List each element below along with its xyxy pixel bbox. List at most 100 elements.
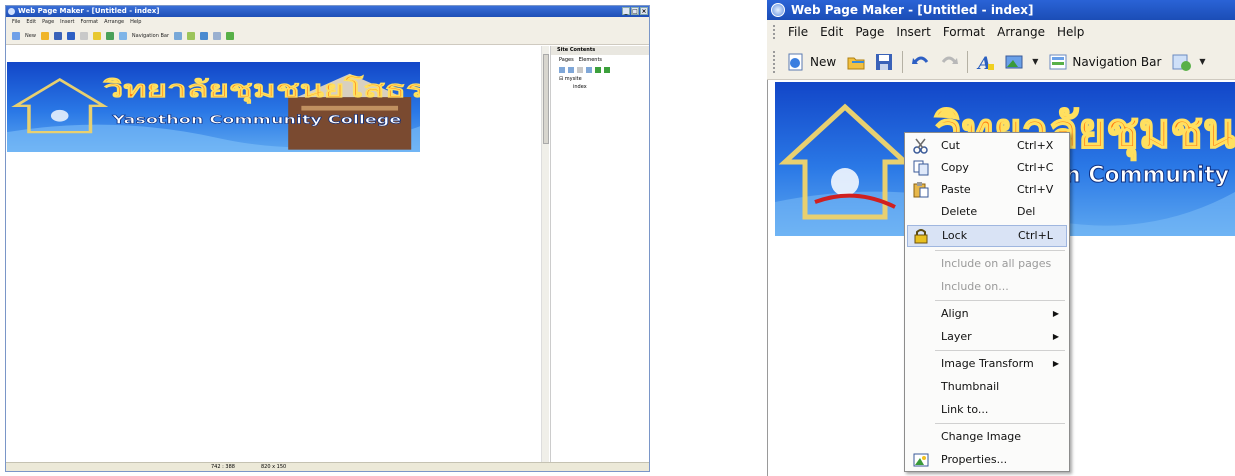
text-tool-icon[interactable] — [92, 32, 101, 40]
site-tree: ⊟ mysite index — [551, 75, 649, 91]
redo-icon[interactable] — [79, 32, 88, 40]
open-folder-icon[interactable] — [846, 52, 866, 72]
context-menu: Cut Ctrl+X Copy Ctrl+C Paste Ctrl+V Dele… — [904, 132, 1070, 472]
left-app-window: Web Page Maker - [Untitled - index] _ □ … — [5, 5, 650, 472]
new-button-label[interactable]: New — [25, 33, 36, 39]
new-button[interactable]: New — [784, 49, 838, 75]
menu-item-link-to[interactable]: Link to... — [907, 399, 1067, 421]
menu-arrange[interactable]: Arrange — [997, 25, 1045, 39]
save-icon[interactable] — [874, 52, 894, 72]
page-properties-icon[interactable] — [586, 67, 592, 73]
object-size: 820 x 150 — [261, 464, 287, 470]
menu-format[interactable]: Format — [81, 17, 99, 28]
menu-item-paste[interactable]: Paste Ctrl+V — [907, 179, 1067, 201]
right-title-bar: Web Page Maker - [Untitled - index] — [767, 0, 1235, 20]
shape-tool-icon[interactable] — [187, 32, 196, 40]
cut-shortcut: Ctrl+X — [1017, 139, 1054, 152]
menu-item-lock[interactable]: Lock Ctrl+L — [907, 225, 1067, 247]
menu-page[interactable]: Page — [855, 25, 884, 39]
zoom-icon[interactable] — [213, 32, 222, 40]
form-tool-icon[interactable] — [1171, 52, 1192, 72]
menu-grip[interactable] — [773, 25, 776, 39]
form-tool-icon[interactable] — [174, 32, 183, 40]
menu-divider — [935, 350, 1065, 351]
menu-divider — [935, 300, 1065, 301]
menu-item-change-image[interactable]: Change Image — [907, 426, 1067, 448]
redo-icon[interactable] — [939, 52, 959, 72]
image-tool-icon[interactable] — [105, 32, 114, 40]
menu-item-delete[interactable]: Delete Del — [907, 201, 1067, 223]
menu-item-include-on-all-pages: Include on all pages — [907, 253, 1067, 275]
submenu-arrow-icon: ▶ — [1052, 332, 1059, 341]
menu-item-layer[interactable]: Layer ▶ — [907, 326, 1067, 348]
minimize-button[interactable]: _ — [622, 7, 630, 15]
menu-item-thumbnail[interactable]: Thumbnail — [907, 376, 1067, 398]
image-tool-icon[interactable] — [1004, 52, 1024, 72]
menu-divider — [935, 423, 1065, 424]
navigation-bar-button[interactable]: Navigation Bar — [1046, 49, 1163, 75]
toolbar-grip[interactable] — [773, 50, 776, 73]
left-window-title: Web Page Maker - [Untitled - index] — [18, 7, 160, 15]
tab-elements[interactable]: Elements — [579, 57, 602, 63]
left-toolbar: New Navigation Bar — [6, 28, 649, 45]
image-transform-label: Image Transform — [941, 357, 1034, 370]
add-page-icon[interactable] — [559, 67, 565, 73]
change-image-label: Change Image — [941, 430, 1022, 443]
menu-item-copy[interactable]: Copy Ctrl+C — [907, 157, 1067, 179]
save-icon[interactable] — [53, 32, 62, 40]
scroll-thumb[interactable] — [543, 54, 549, 144]
publish-icon[interactable] — [226, 32, 235, 40]
menu-arrange[interactable]: Arrange — [104, 17, 124, 28]
new-button-label: New — [810, 54, 837, 69]
preview-icon[interactable] — [200, 32, 209, 40]
menu-item-image-transform[interactable]: Image Transform ▶ — [907, 353, 1067, 375]
left-page-canvas[interactable]: วิทยาลัยชุมชนยโสธร Yasothon Community Co… — [6, 46, 541, 464]
image-dropdown-icon[interactable]: ▼ — [1032, 57, 1038, 66]
menu-item-cut[interactable]: Cut Ctrl+X — [907, 135, 1067, 157]
tree-index-label: index — [573, 84, 587, 90]
menu-edit[interactable]: Edit — [820, 25, 843, 39]
copy-label: Copy — [941, 161, 969, 174]
maximize-button[interactable]: □ — [631, 7, 639, 15]
undo-icon[interactable] — [66, 32, 75, 40]
menu-insert[interactable]: Insert — [896, 25, 930, 39]
text-tool-icon[interactable]: A — [976, 52, 996, 74]
copy-page-icon[interactable] — [568, 67, 574, 73]
properties-icon — [913, 452, 929, 468]
site-panel-toolbar — [551, 65, 649, 75]
tree-item-root[interactable]: ⊟ mysite — [559, 75, 649, 83]
toolbar-separator — [967, 50, 969, 73]
left-banner-image[interactable]: วิทยาลัยชุมชนยโสธร Yasothon Community Co… — [7, 62, 420, 152]
menu-edit[interactable]: Edit — [26, 17, 36, 28]
menu-help[interactable]: Help — [1057, 25, 1084, 39]
new-page-icon — [786, 52, 806, 72]
move-up-icon[interactable] — [595, 67, 601, 73]
delete-page-icon[interactable] — [577, 67, 583, 73]
navigation-bar-label: Navigation Bar — [1072, 54, 1162, 69]
tab-pages[interactable]: Pages — [559, 57, 574, 63]
move-down-icon[interactable] — [604, 67, 610, 73]
navigation-bar-label[interactable]: Navigation Bar — [132, 33, 169, 39]
delete-label: Delete — [941, 205, 978, 218]
form-dropdown-icon[interactable]: ▼ — [1199, 57, 1205, 66]
menu-item-properties[interactable]: Properties... — [907, 449, 1067, 471]
new-page-icon[interactable] — [12, 32, 20, 40]
menu-divider — [935, 250, 1065, 251]
menu-file[interactable]: File — [12, 17, 20, 28]
open-folder-icon[interactable] — [40, 32, 49, 40]
left-banner-english-text: Yasothon Community College — [111, 112, 401, 126]
left-vertical-scrollbar[interactable] — [541, 46, 549, 464]
menu-file[interactable]: File — [788, 25, 808, 39]
menu-insert[interactable]: Insert — [60, 17, 74, 28]
paste-shortcut: Ctrl+V — [1017, 183, 1054, 196]
navigation-bar-icon[interactable] — [118, 32, 127, 40]
menu-page[interactable]: Page — [42, 17, 54, 28]
menu-help[interactable]: Help — [130, 17, 141, 28]
right-menu-bar: File Edit Page Insert Format Arrange Hel… — [767, 20, 1235, 44]
close-button[interactable]: × — [640, 7, 648, 15]
left-menu-bar: File Edit Page Insert Format Arrange Hel… — [6, 17, 649, 28]
menu-format[interactable]: Format — [943, 25, 985, 39]
undo-icon[interactable] — [911, 52, 931, 72]
tree-item-index[interactable]: index — [559, 83, 649, 91]
menu-item-align[interactable]: Align ▶ — [907, 303, 1067, 325]
